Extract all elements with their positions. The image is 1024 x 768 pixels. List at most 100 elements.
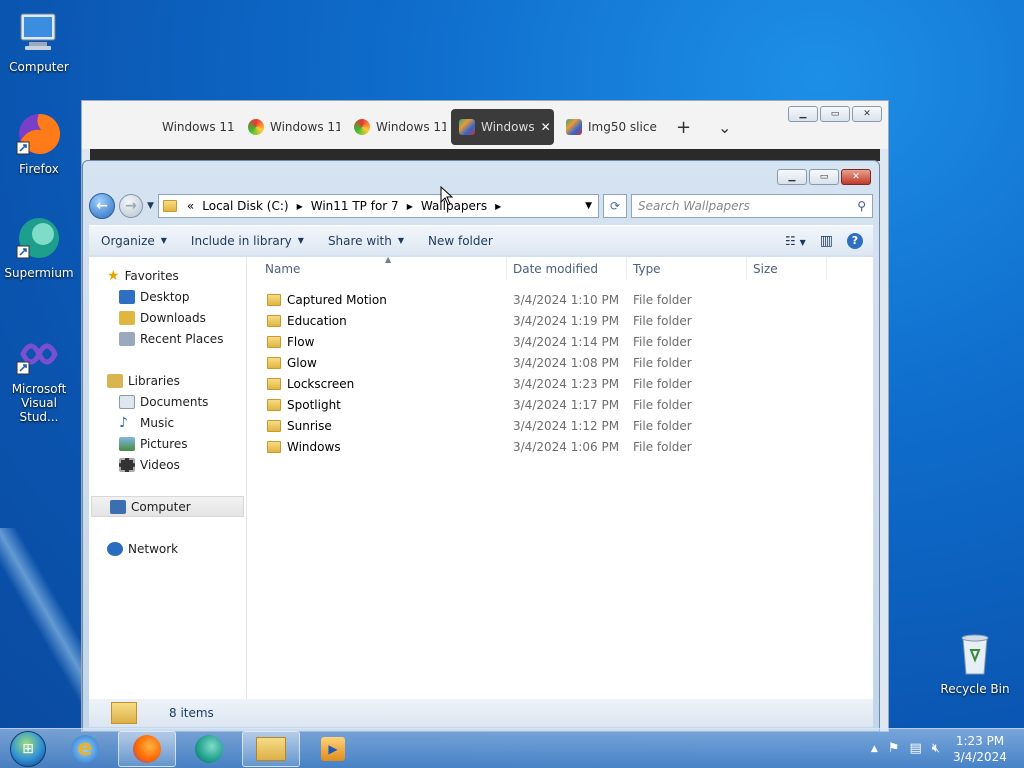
desktop-icon-computer[interactable]: Computer — [1, 8, 77, 74]
browser-tab[interactable]: Windows 11 — [346, 109, 446, 145]
column-name[interactable]: Name — [247, 257, 507, 280]
breadcrumb-win11[interactable]: Win11 TP for 7 ▶ — [307, 199, 417, 213]
taskbar-media-player[interactable]: ▶ — [304, 731, 362, 767]
mouse-cursor — [440, 186, 454, 206]
nav-videos[interactable]: Videos — [89, 454, 246, 475]
close-button[interactable]: ✕ — [841, 169, 871, 185]
nav-network[interactable]: Network — [89, 538, 246, 559]
taskbar-internet-explorer[interactable]: e — [56, 731, 114, 767]
tab-list-button[interactable]: ⌄ — [710, 109, 740, 145]
videos-icon — [119, 457, 135, 472]
browser-tab[interactable]: Windows 11 — [240, 109, 340, 145]
nav-computer[interactable]: Computer — [91, 496, 244, 517]
chevron-right-icon[interactable]: ▶ — [407, 202, 413, 211]
forward-button[interactable]: → — [119, 194, 143, 218]
close-button[interactable]: ✕ — [852, 106, 882, 122]
folder-icon — [267, 377, 281, 390]
firefox-icon — [133, 734, 161, 763]
desktop-icon-supermium[interactable]: Supermium — [1, 214, 77, 280]
desktop-icon-recycle-bin[interactable]: Recycle Bin — [937, 630, 1013, 696]
maximize-button[interactable]: ▭ — [809, 169, 839, 185]
documents-icon — [119, 394, 135, 409]
item-count: 8 items — [169, 706, 214, 720]
refresh-button[interactable]: ⟳ — [603, 194, 627, 218]
help-button[interactable]: ? — [847, 232, 863, 249]
chevron-down-icon: ▼ — [297, 236, 304, 245]
command-bar: Organize ▼ Include in library ▼ Share with… — [89, 225, 873, 255]
file-row[interactable]: Spotlight 3/4/2024 1:17 PM File folder — [247, 394, 873, 415]
preview-pane-button[interactable]: ▥ — [820, 233, 833, 249]
column-date-modified[interactable]: Date modified — [507, 257, 627, 280]
nav-libraries[interactable]: Libraries — [89, 370, 246, 391]
back-button[interactable]: ← — [89, 193, 115, 219]
start-button[interactable]: ⊞ — [10, 730, 46, 767]
column-type[interactable]: Type — [627, 257, 747, 280]
action-center-flag-icon[interactable]: ⚑ — [888, 741, 900, 756]
file-row[interactable]: Education 3/4/2024 1:19 PM File folder — [247, 310, 873, 331]
desktop-icon-visual-studio[interactable]: Microsoft Visual Stud... — [1, 330, 77, 424]
file-row[interactable]: Captured Motion 3/4/2024 1:10 PM File fold… — [247, 289, 873, 310]
file-row[interactable]: Flow 3/4/2024 1:14 PM File folder — [247, 331, 873, 352]
address-history-dropdown[interactable]: ▼ — [585, 201, 592, 211]
search-input[interactable]: Search Wallpapers ⚲ — [631, 194, 873, 218]
internet-explorer-icon: e — [71, 734, 99, 763]
close-tab-icon[interactable]: ✕ — [541, 120, 551, 134]
change-view-button[interactable]: ☷ ▼ — [785, 234, 806, 248]
chevron-right-icon[interactable]: ▶ — [297, 202, 303, 211]
windows-logo-icon: ⊞ — [22, 740, 34, 757]
file-row[interactable]: Sunrise 3/4/2024 1:12 PM File folder — [247, 415, 873, 436]
system-tray: ▲ ⚑ ▤ 🔇︎ 1:23 PM 3/4/2024 — [871, 733, 1024, 765]
recent-pages-dropdown[interactable]: ▼ — [147, 201, 154, 211]
desktop-icon — [119, 289, 135, 304]
file-row[interactable]: Lockscreen 3/4/2024 1:23 PM File folder — [247, 373, 873, 394]
address-row: ← → ▼ « Local Disk (C:) ▶ Win11 TP for 7 ▶… — [89, 191, 873, 221]
browser-tab-active[interactable]: Windows ✕ — [451, 109, 554, 145]
browser-tab[interactable]: Img50 slice — [558, 109, 658, 145]
supermium-icon — [15, 214, 63, 262]
firefox-icon — [15, 110, 63, 158]
file-list: ▲ Name Date modified Type Size Captured … — [247, 255, 873, 699]
maximize-button[interactable]: ▭ — [820, 106, 850, 122]
nav-music[interactable]: ♪ Music — [89, 412, 246, 433]
browser-tab[interactable]: Windows 11 — [154, 109, 234, 145]
breadcrumb-wallpapers[interactable]: Wallpapers ▶ — [417, 199, 505, 213]
media-player-icon: ▶ — [321, 736, 345, 761]
nav-recent-places[interactable]: Recent Places — [89, 328, 246, 349]
nav-pictures[interactable]: Pictures — [89, 433, 246, 454]
nav-downloads[interactable]: Downloads — [89, 307, 246, 328]
folder-icon — [267, 419, 281, 432]
nav-favorites[interactable]: ★ Favorites — [89, 265, 246, 286]
address-overflow[interactable]: « — [183, 199, 198, 213]
volume-muted-icon[interactable]: 🔇︎ — [932, 741, 940, 756]
browser-tabstrip: Windows 11 Windows 11 Windows 11 Windows… — [82, 101, 888, 149]
pictures-icon — [119, 436, 135, 451]
file-row[interactable]: Glow 3/4/2024 1:08 PM File folder — [247, 352, 873, 373]
show-hidden-icons-button[interactable]: ▲ — [871, 744, 878, 754]
supermium-icon — [195, 734, 223, 763]
file-row[interactable]: Windows 3/4/2024 1:06 PM File folder — [247, 436, 873, 457]
network-icon[interactable]: ▤ — [910, 741, 922, 756]
share-with-button[interactable]: Share with ▼ — [316, 234, 416, 248]
taskbar-supermium[interactable] — [180, 731, 238, 767]
include-in-library-button[interactable]: Include in library ▼ — [179, 234, 316, 248]
computer-icon — [15, 8, 63, 56]
breadcrumb-local-disk[interactable]: Local Disk (C:) ▶ — [198, 199, 306, 213]
folder-icon — [162, 200, 177, 212]
desktop-icon-firefox[interactable]: Firefox — [1, 110, 77, 176]
minimize-button[interactable]: ▁ — [788, 106, 818, 122]
sort-up-icon: ▲ — [385, 255, 392, 264]
nav-documents[interactable]: Documents — [89, 391, 246, 412]
explorer-window[interactable]: ▁ ▭ ✕ ← → ▼ « Local Disk (C:) ▶ Win11 TP … — [82, 160, 880, 732]
clock[interactable]: 1:23 PM 3/4/2024 — [950, 733, 1010, 765]
taskbar-explorer[interactable] — [242, 730, 300, 767]
organize-button[interactable]: Organize ▼ — [89, 234, 179, 248]
taskbar-firefox[interactable] — [118, 730, 176, 767]
new-tab-button[interactable]: + — [668, 109, 698, 145]
minimize-button[interactable]: ▁ — [777, 169, 807, 185]
new-folder-button[interactable]: New folder — [416, 234, 505, 248]
search-icon: ⚲ — [857, 199, 866, 213]
column-size[interactable]: Size — [747, 257, 827, 280]
nav-desktop[interactable]: Desktop — [89, 286, 246, 307]
chevron-right-icon[interactable]: ▶ — [495, 202, 501, 211]
address-bar[interactable]: « Local Disk (C:) ▶ Win11 TP for 7 ▶ Wallp… — [157, 194, 599, 218]
